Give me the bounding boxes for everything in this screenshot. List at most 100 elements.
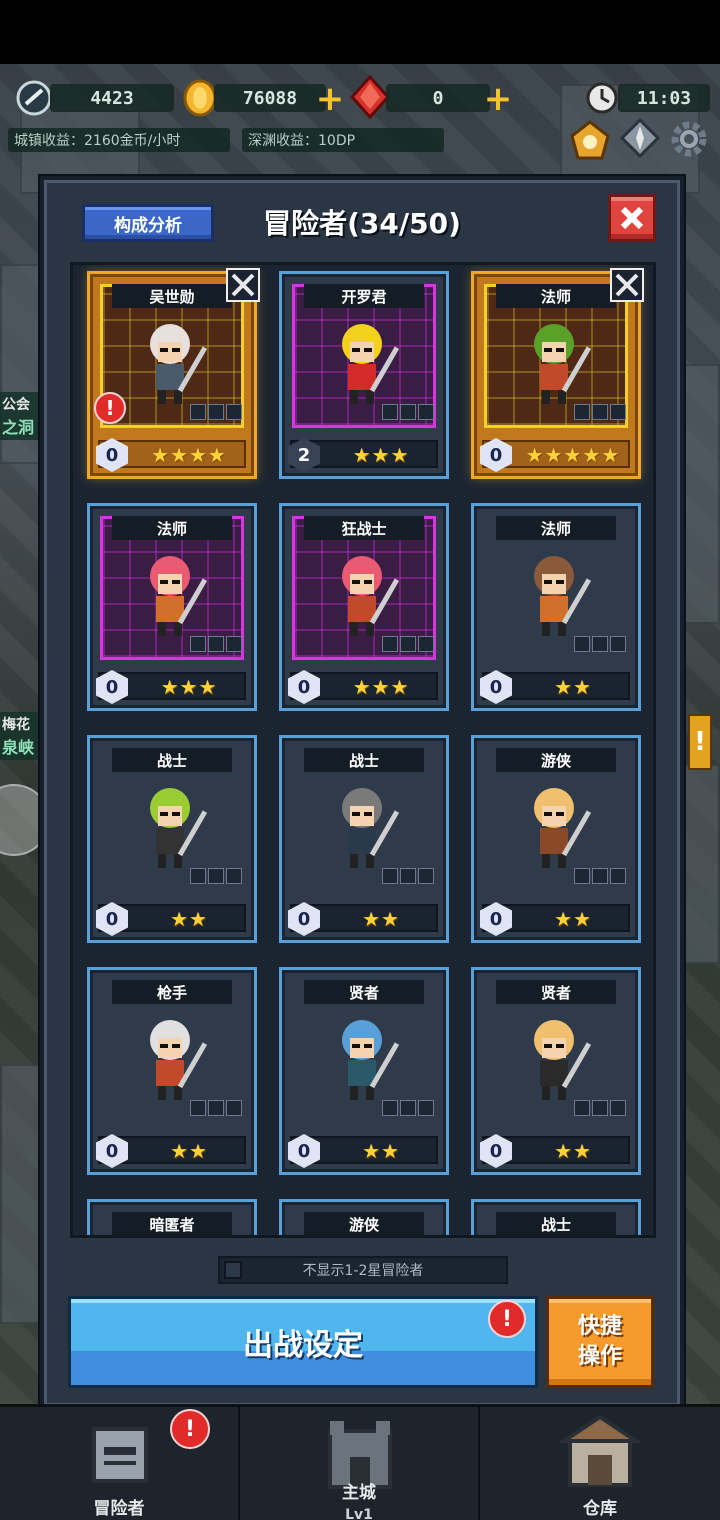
boots-slot-icon xyxy=(418,636,434,652)
adventurer-star-rating: ★★★ xyxy=(352,675,410,699)
adventurer-info-bar: 0 ★★ xyxy=(96,1134,246,1168)
adventurer-card[interactable]: 战士 0 ★★ xyxy=(87,735,257,943)
adventurer-card[interactable]: 贤者 0 ★★ xyxy=(279,967,449,1175)
adventurer-sprite xyxy=(534,556,592,636)
adventurer-info-bar: 0 ★★ xyxy=(480,670,630,704)
adventurer-sprite xyxy=(150,788,208,868)
boots-slot-icon xyxy=(610,404,626,420)
adventurer-level-badge: 0 xyxy=(480,670,512,704)
weapon-slot-icon xyxy=(382,404,398,420)
adventurer-sprite xyxy=(342,556,400,636)
adventurer-name: 贤者 xyxy=(304,980,424,1004)
adventurer-card[interactable]: 战士 xyxy=(471,1199,641,1235)
rank-badge-icon[interactable] xyxy=(566,116,614,164)
equipment-slots xyxy=(190,1100,242,1116)
nav-adventurers[interactable]: ! 冒险者 xyxy=(0,1407,240,1520)
equipment-slots xyxy=(190,636,242,652)
equipment-slots xyxy=(382,868,434,884)
hide-low-star-filter[interactable]: 不显示1-2星冒险者 xyxy=(218,1256,508,1284)
armor-slot-icon xyxy=(592,1100,608,1116)
weapon-slot-icon xyxy=(190,404,206,420)
filter-label: 不显示1-2星冒险者 xyxy=(302,1263,424,1279)
boots-slot-icon xyxy=(610,636,626,652)
adventurer-star-rating: ★★ xyxy=(554,907,592,931)
adventurer-info-bar: 2 ★★★ xyxy=(288,438,438,472)
side-location-tag-bottom[interactable]: 梅花 泉峡 xyxy=(0,712,40,760)
adventurer-name: 吴世勋 xyxy=(112,284,232,308)
adventurer-name: 战士 xyxy=(496,1212,616,1235)
adventurer-name: 游侠 xyxy=(304,1212,424,1235)
side-location-tag-top[interactable]: 公会 之洞 xyxy=(0,392,40,440)
nav-main-city-label: 主城 xyxy=(342,1483,376,1503)
adventurer-card[interactable]: 战士 0 ★★ xyxy=(279,735,449,943)
close-button[interactable] xyxy=(608,194,656,242)
adventurer-grid[interactable]: 吴世勋 0 ★★★★! 开罗君 2 ★★★ 法师 0 ★★★★★ 法师 0 ★★★ 狂战士 0 ★★★ 法师 0… xyxy=(70,262,656,1238)
boots-slot-icon xyxy=(610,868,626,884)
boots-slot-icon xyxy=(610,1100,626,1116)
adventurer-card[interactable]: 吴世勋 0 ★★★★! xyxy=(87,268,260,479)
filter-checkbox[interactable] xyxy=(224,1261,242,1279)
town-income: 城镇收益：2160金币/小时 xyxy=(8,128,230,152)
adventurer-card[interactable]: 游侠 xyxy=(279,1199,449,1235)
adventurer-sprite xyxy=(342,324,400,404)
crossed-swords-icon xyxy=(226,268,260,302)
adventurer-name: 法师 xyxy=(112,516,232,540)
equipment-slots xyxy=(382,404,434,420)
adventurer-star-rating: ★★★ xyxy=(160,675,218,699)
weapon-slot-icon xyxy=(190,636,206,652)
adventurer-info-bar: 0 ★★ xyxy=(288,1134,438,1168)
weapon-slot-icon xyxy=(382,636,398,652)
weapon-slot-icon xyxy=(574,404,590,420)
adventurer-sprite xyxy=(150,324,208,404)
weapon-slot-icon xyxy=(574,1100,590,1116)
adventurer-level-badge: 0 xyxy=(96,902,128,936)
adventurer-alert-icon: ! xyxy=(94,392,126,424)
adventurer-level-badge: 0 xyxy=(480,438,512,472)
adventurer-card[interactable]: 法师 0 ★★★★★ xyxy=(471,268,644,479)
adventurer-level-badge: 0 xyxy=(96,670,128,704)
knight-helmet-icon xyxy=(70,1411,170,1491)
weapon-slot-icon xyxy=(382,1100,398,1116)
gem-counter: 0 xyxy=(386,84,490,112)
compass-icon[interactable] xyxy=(618,116,662,160)
adventurer-star-rating: ★★ xyxy=(170,1139,208,1163)
adventurer-card[interactable]: 枪手 0 ★★ xyxy=(87,967,257,1175)
adventurer-star-rating: ★★ xyxy=(170,907,208,931)
armor-slot-icon xyxy=(208,636,224,652)
adventurer-name: 战士 xyxy=(112,748,232,772)
adventurer-name: 狂战士 xyxy=(304,516,424,540)
deploy-settings-button[interactable]: 出战设定 xyxy=(68,1296,538,1388)
boots-slot-icon xyxy=(226,868,242,884)
energy-counter: 4423 xyxy=(50,84,174,112)
quick-action-button[interactable]: 快捷 操作 xyxy=(546,1296,654,1388)
warehouse-icon xyxy=(550,1411,650,1491)
equipment-slots xyxy=(382,636,434,652)
adventurer-sprite xyxy=(150,556,208,636)
clock-icon xyxy=(582,78,622,118)
adventurer-sprite xyxy=(150,1020,208,1100)
adventurer-card[interactable]: 狂战士 0 ★★★ xyxy=(279,503,449,711)
adventurer-roster-dialog: 冒险者(34/50) 构成分析 吴世勋 0 ★★★★! 开罗君 2 ★★★ 法师 0 ★★★★★… xyxy=(40,176,684,1410)
nav-main-city[interactable]: 主城 Lv1 xyxy=(240,1407,480,1520)
adventurer-card[interactable]: 法师 0 ★★ xyxy=(471,503,641,711)
nav-warehouse[interactable]: 仓库 xyxy=(480,1407,720,1520)
adventurer-card[interactable]: 法师 0 ★★★ xyxy=(87,503,257,711)
adventurer-level-badge: 0 xyxy=(288,1134,320,1168)
settings-gear-icon[interactable] xyxy=(666,116,712,162)
nav-main-city-level: Lv1 xyxy=(345,1507,373,1520)
armor-slot-icon xyxy=(400,636,416,652)
adventurer-card[interactable]: 贤者 0 ★★ xyxy=(471,967,641,1175)
crossed-swords-icon xyxy=(610,268,644,302)
add-gold-icon[interactable]: + xyxy=(314,79,346,119)
adventurer-card[interactable]: 开罗君 2 ★★★ xyxy=(279,271,449,479)
close-icon xyxy=(620,206,644,230)
adventurer-card[interactable]: 暗匿者 xyxy=(87,1199,257,1235)
adventurer-card[interactable]: 游侠 0 ★★ xyxy=(471,735,641,943)
weapon-slot-icon xyxy=(382,868,398,884)
adventurer-sprite xyxy=(534,1020,592,1100)
add-gem-icon[interactable]: + xyxy=(482,79,514,119)
composition-analysis-button[interactable]: 构成分析 xyxy=(82,204,214,242)
quest-alert-icon[interactable]: ! xyxy=(688,714,712,770)
adventurer-info-bar: 0 ★★★ xyxy=(288,670,438,704)
equipment-slots xyxy=(574,1100,626,1116)
